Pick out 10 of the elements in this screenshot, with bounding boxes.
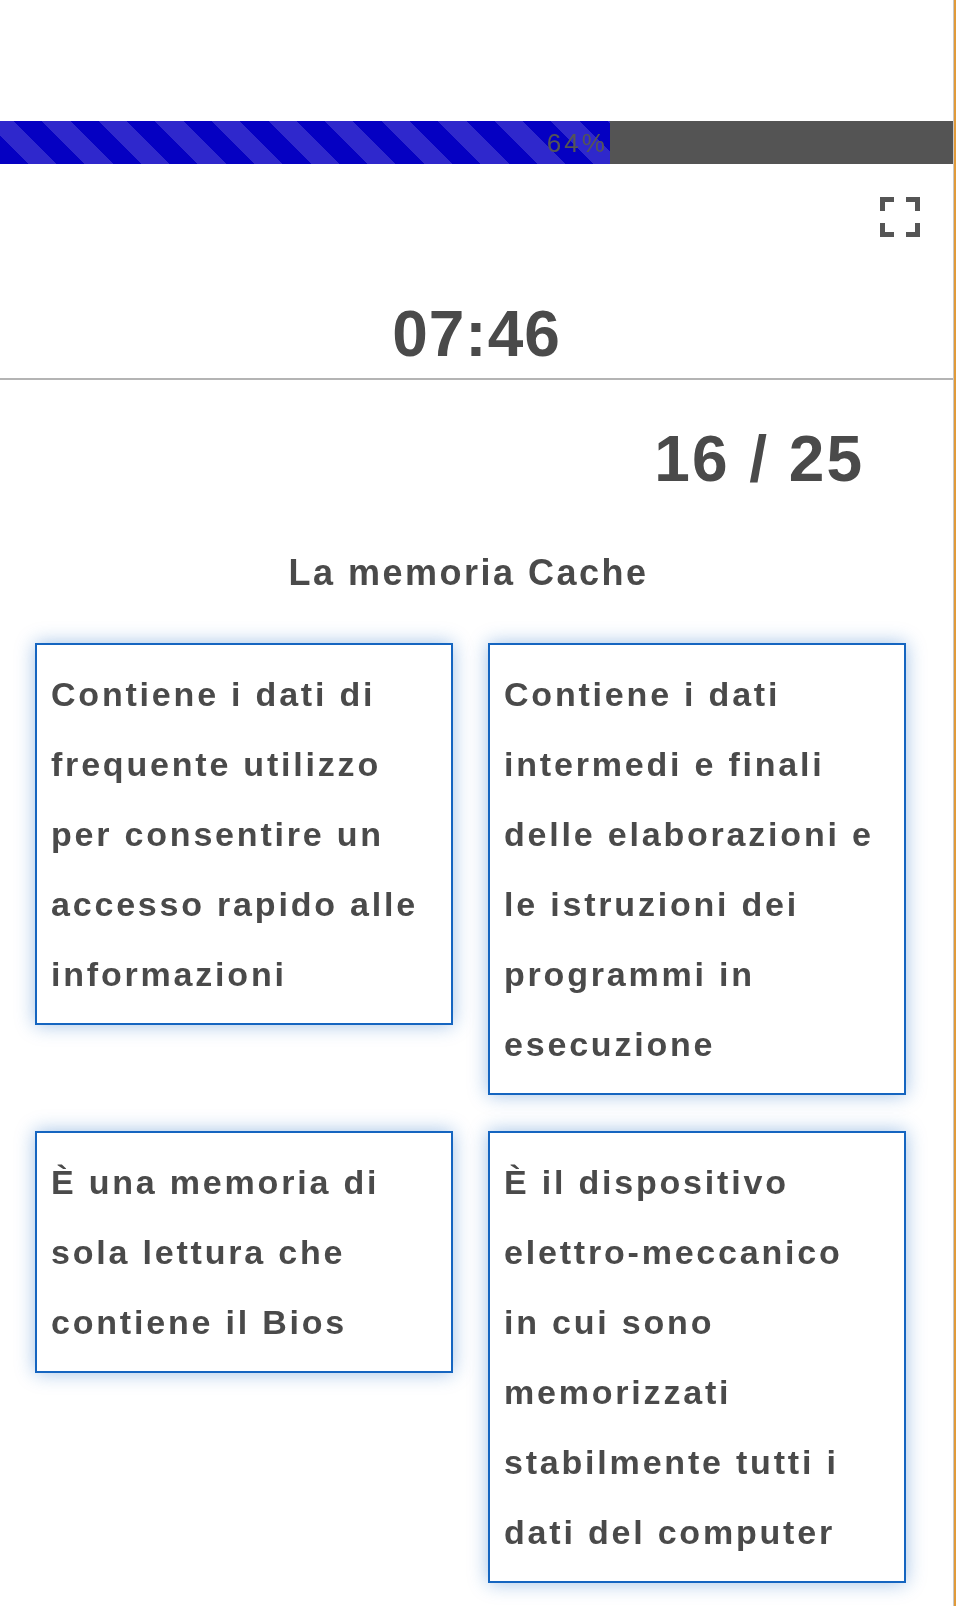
answer-option[interactable]: È il dispositivo elettro-meccanico in cui sono memorizzati stabilmente tutti i dati del computer — [488, 1131, 906, 1583]
timer: 07:46 — [392, 302, 561, 366]
fullscreen-icon — [880, 197, 920, 237]
question-counter: 16 / 25 — [654, 427, 864, 491]
answer-option[interactable]: Contiene i dati intermedi e finali delle elaborazioni e le istruzioni dei programmi in esecuzione — [488, 643, 906, 1095]
answer-option[interactable]: È una memoria di sola lettura che contiene il Bios — [35, 1131, 453, 1373]
progress-label: 64% — [546, 129, 608, 156]
question-title: La memoria Cache — [288, 555, 649, 591]
fullscreen-button[interactable] — [880, 197, 920, 237]
answer-option[interactable]: Contiene i dati di frequente utilizzo per consentire un accesso rapido alle informazioni — [35, 643, 453, 1025]
